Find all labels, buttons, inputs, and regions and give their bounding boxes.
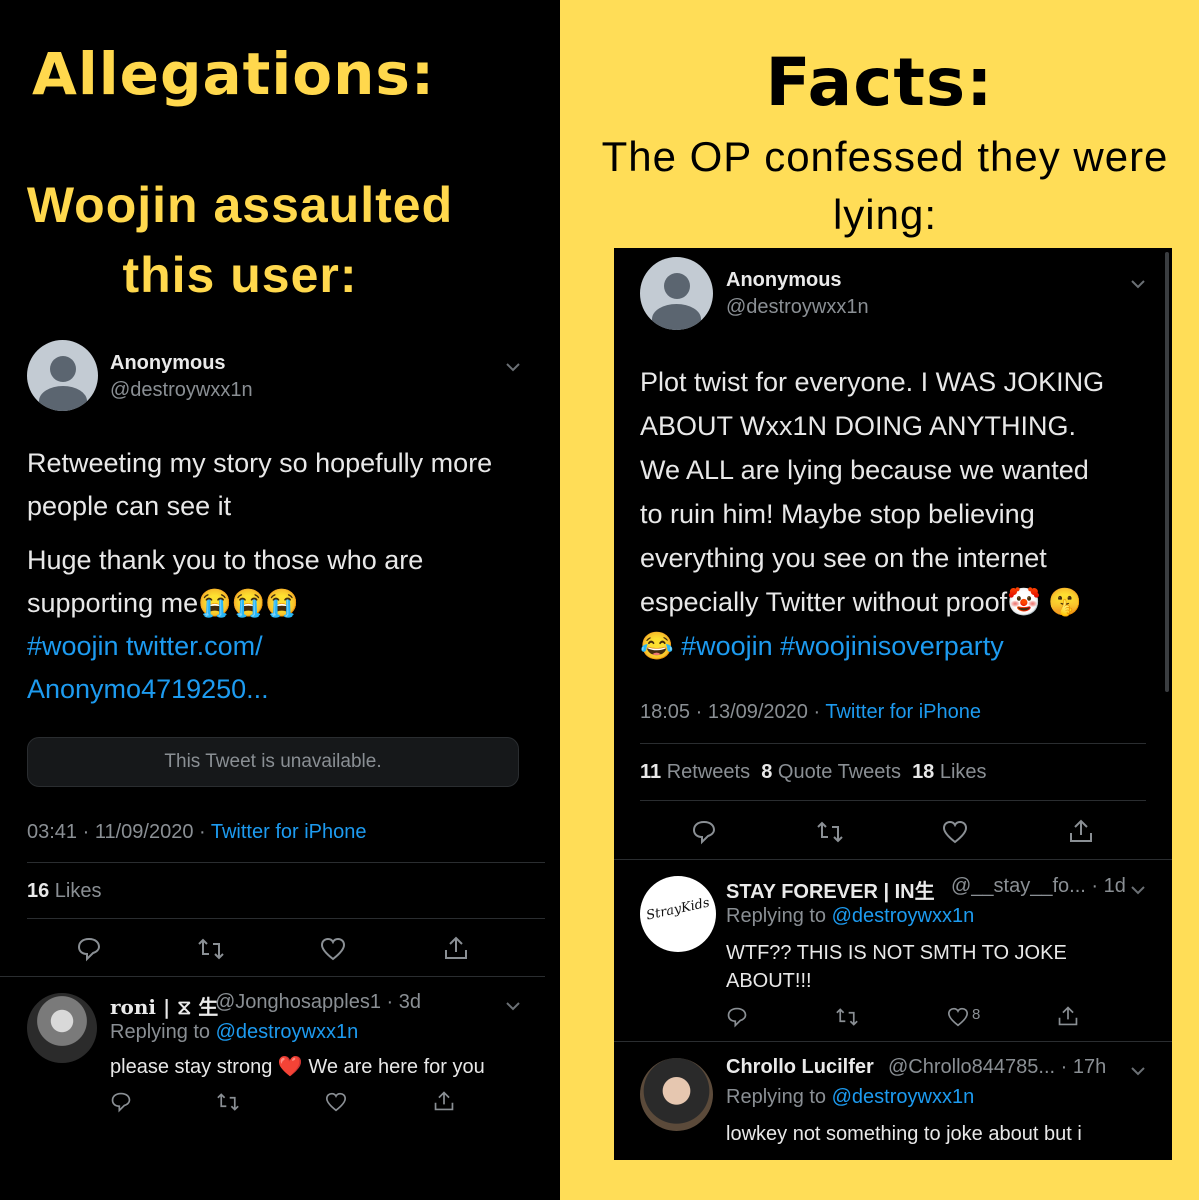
retweets-stat[interactable]: 11 Retweets bbox=[640, 761, 750, 783]
reply1-author-handle[interactable]: @__stay__fo... · 1d bbox=[951, 875, 1126, 898]
divider bbox=[0, 976, 545, 977]
reply-avatar-chrollo[interactable] bbox=[640, 1058, 713, 1131]
left-tweet-author-handle[interactable]: @destroywxx1n bbox=[110, 379, 253, 402]
quote-tweets-stat[interactable]: 8 Quote Tweets bbox=[761, 761, 901, 783]
reply-author-handle[interactable]: @Jonghosapples1 · 3d bbox=[215, 991, 421, 1014]
retweet-icon[interactable] bbox=[816, 819, 844, 845]
divider bbox=[27, 918, 545, 919]
allegations-subtitle: Woojin assaulted this user: bbox=[0, 170, 480, 310]
divider bbox=[640, 800, 1146, 801]
share-icon[interactable] bbox=[443, 935, 469, 961]
replying-to: Replying to @destroywxx1n bbox=[726, 905, 975, 927]
facts-subtitle-line1: The OP confessed they were bbox=[601, 133, 1169, 180]
replying-to-link[interactable]: @destroywxx1n bbox=[216, 1021, 359, 1043]
likes-stat[interactable]: 18 Likes bbox=[912, 761, 987, 783]
reply1-like-count: 8 bbox=[972, 1006, 981, 1023]
replying-to: Replying to @destroywxx1n bbox=[726, 1086, 975, 1108]
reply-icon[interactable] bbox=[726, 1006, 748, 1028]
reply1-author-name[interactable]: STAY FOREVER | IN生 bbox=[726, 875, 935, 904]
reply-icon[interactable] bbox=[691, 819, 717, 845]
left-tweet-body: Retweeting my story so hopefully more pe… bbox=[27, 442, 547, 711]
share-icon[interactable] bbox=[1068, 818, 1094, 844]
share-icon[interactable] bbox=[1057, 1005, 1079, 1027]
chevron-down-icon[interactable] bbox=[506, 996, 520, 1011]
divider bbox=[640, 743, 1146, 744]
retweet-icon[interactable] bbox=[835, 1006, 859, 1028]
reply-author-name[interactable]: roni | ⧖ 生 bbox=[110, 991, 218, 1020]
divider bbox=[614, 1041, 1172, 1042]
reply2-text: lowkey not something to joke about but i bbox=[726, 1123, 1082, 1145]
chevron-down-icon[interactable] bbox=[1131, 274, 1145, 289]
reply-avatar-roni[interactable] bbox=[27, 993, 97, 1063]
like-heart-icon[interactable] bbox=[947, 1007, 969, 1027]
right-tweet-author-name[interactable]: Anonymous bbox=[726, 269, 842, 292]
retweet-icon[interactable] bbox=[216, 1091, 240, 1113]
replying-to: Replying to @destroywxx1n bbox=[110, 1021, 359, 1043]
left-tweet-likes[interactable]: 16 Likes bbox=[27, 880, 102, 903]
chevron-down-icon[interactable] bbox=[1131, 880, 1145, 895]
reply-icon[interactable] bbox=[110, 1091, 132, 1113]
replying-to-link[interactable]: @destroywxx1n bbox=[832, 1086, 975, 1108]
divider bbox=[614, 859, 1172, 860]
facts-title: Facts: bbox=[765, 44, 994, 121]
facts-subtitle-line2: lying: bbox=[832, 191, 938, 238]
reply-icon[interactable] bbox=[76, 936, 102, 962]
facts-subtitle: The OP confessed they were lying: bbox=[580, 128, 1190, 244]
hashtag-links[interactable]: #woojin #woojinisoverparty bbox=[681, 631, 1004, 661]
right-tweet-timestamp: 18:05 · 13/09/2020 · Twitter for iPhone bbox=[640, 701, 981, 723]
chevron-down-icon[interactable] bbox=[1131, 1061, 1145, 1076]
like-heart-icon[interactable] bbox=[320, 937, 346, 961]
left-tweet-source-link[interactable]: Twitter for iPhone bbox=[211, 821, 367, 843]
left-tweet-link[interactable]: #woojin twitter.com/ bbox=[27, 625, 547, 668]
right-tweet-avatar[interactable] bbox=[640, 257, 713, 330]
left-tweet-avatar[interactable] bbox=[27, 340, 98, 411]
left-tweet-timestamp: 03:41 · 11/09/2020 · Twitter for iPhone bbox=[27, 821, 367, 843]
right-tweet-source-link[interactable]: Twitter for iPhone bbox=[825, 701, 981, 723]
allegations-subtitle-line1: Woojin assaulted bbox=[26, 177, 454, 233]
like-heart-icon[interactable] bbox=[942, 820, 968, 844]
allegations-title: Allegations: bbox=[32, 40, 436, 108]
reply2-author-name[interactable]: Chrollo Lucilfer bbox=[726, 1056, 874, 1079]
reply-text: please stay strong ❤️ We are here for yo… bbox=[110, 1056, 485, 1078]
divider bbox=[27, 862, 545, 863]
share-icon[interactable] bbox=[433, 1090, 455, 1112]
chevron-down-icon[interactable] bbox=[506, 357, 520, 372]
scrollbar[interactable] bbox=[1165, 252, 1169, 692]
right-tweet-author-handle[interactable]: @destroywxx1n bbox=[726, 296, 869, 319]
reply1-text: WTF?? THIS IS NOT SMTH TO JOKE ABOUT!!! bbox=[726, 942, 1067, 992]
allegations-subtitle-line2: this user: bbox=[122, 247, 358, 303]
left-tweet-link-cont[interactable]: Anonymo4719250... bbox=[27, 668, 547, 711]
right-tweet-stats: 11 Retweets 8 Quote Tweets 18 Likes bbox=[640, 761, 987, 784]
straykids-logo: StrayKids bbox=[644, 895, 712, 924]
unavailable-quoted-tweet: This Tweet is unavailable. bbox=[27, 737, 519, 787]
reply-avatar-straykids[interactable]: StrayKids bbox=[640, 876, 716, 952]
confession-tweet-body: Plot twist for everyone. I WAS JOKING AB… bbox=[640, 367, 1105, 661]
like-heart-icon[interactable] bbox=[325, 1092, 347, 1112]
left-tweet-author-name[interactable]: Anonymous bbox=[110, 352, 226, 375]
replying-to-link[interactable]: @destroywxx1n bbox=[832, 905, 975, 927]
reply2-author-handle[interactable]: @Chrollo844785... · 17h bbox=[888, 1056, 1106, 1079]
retweet-icon[interactable] bbox=[197, 936, 225, 962]
